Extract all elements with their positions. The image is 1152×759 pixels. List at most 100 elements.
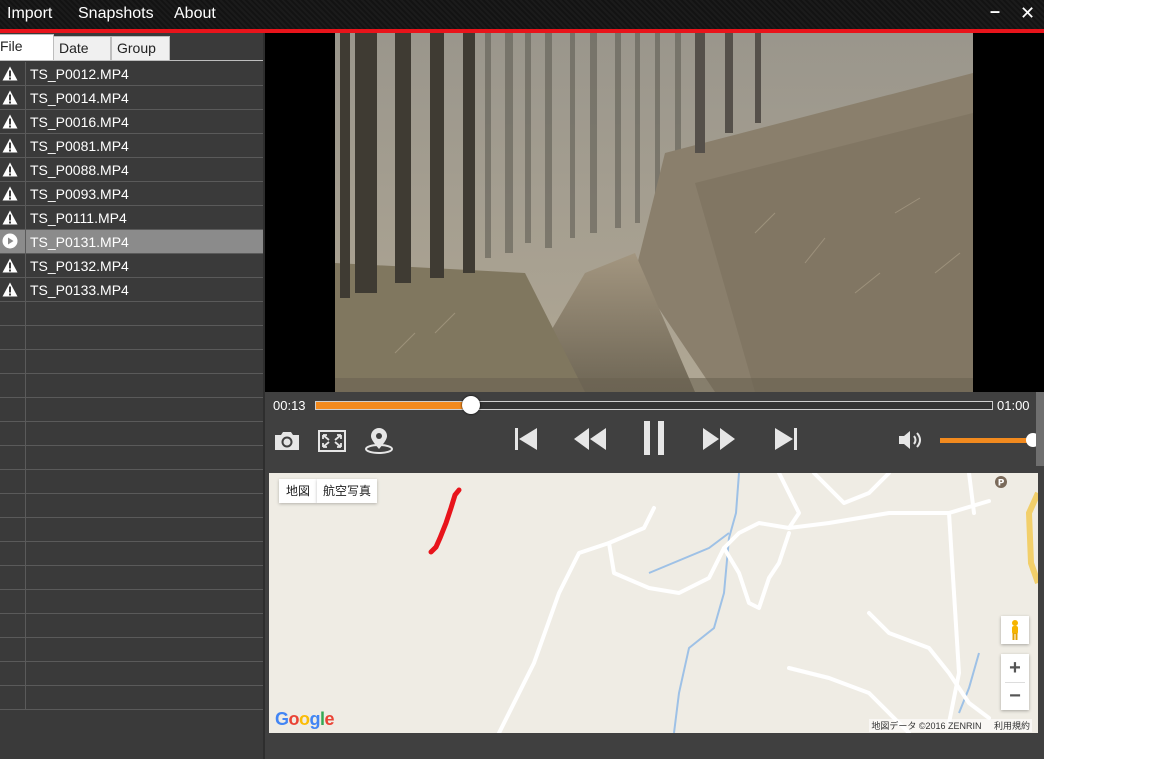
empty-cell — [0, 350, 26, 373]
file-row[interactable]: TS_P0093.MP4 — [0, 182, 263, 206]
map-attribution: 地図データ ©2016 ZENRIN 利用規約 — [869, 719, 1032, 732]
tab-group[interactable]: Group — [111, 36, 170, 61]
file-name: TS_P0081.MP4 — [30, 138, 129, 154]
file-status-cell — [0, 62, 26, 85]
zoom-control: + − — [1001, 654, 1029, 710]
empty-row — [0, 518, 263, 542]
empty-row — [0, 302, 263, 326]
file-name: TS_P0016.MP4 — [30, 114, 129, 130]
empty-cell — [0, 542, 26, 565]
previous-track-icon[interactable] — [514, 427, 538, 451]
app-window: Import Snapshots About – ✕ File Date Gro… — [0, 0, 1044, 759]
file-status-cell — [0, 110, 26, 133]
empty-row — [0, 446, 263, 470]
play-icon — [2, 233, 18, 249]
empty-row — [0, 470, 263, 494]
file-row[interactable]: TS_P0133.MP4 — [0, 278, 263, 302]
fast-forward-icon[interactable] — [702, 427, 736, 451]
street-view-button[interactable] — [1001, 616, 1029, 644]
empty-row — [0, 542, 263, 566]
warning-icon — [2, 186, 18, 201]
file-status-cell — [0, 182, 26, 205]
warning-icon — [2, 114, 18, 129]
file-row[interactable]: TS_P0016.MP4 — [0, 110, 263, 134]
pause-icon[interactable] — [642, 420, 666, 456]
file-row[interactable]: TS_P0081.MP4 — [0, 134, 263, 158]
empty-cell — [0, 590, 26, 613]
close-button[interactable]: ✕ — [1020, 3, 1035, 24]
file-status-cell — [0, 158, 26, 181]
file-row[interactable]: TS_P0111.MP4 — [0, 206, 263, 230]
empty-cell — [0, 302, 26, 325]
google-logo: Google — [275, 709, 335, 729]
rewind-icon[interactable] — [573, 427, 607, 451]
map-data-credit: 地図データ ©2016 ZENRIN — [871, 721, 982, 731]
map-panel: 地図 航空写真 P + − Google 地図データ ©2016 ZENRIN … — [265, 466, 1044, 759]
empty-cell — [0, 374, 26, 397]
file-name: TS_P0133.MP4 — [30, 282, 129, 298]
empty-row — [0, 374, 263, 398]
empty-row — [0, 494, 263, 518]
volume-icon[interactable] — [897, 428, 925, 452]
empty-row — [0, 398, 263, 422]
empty-cell — [0, 494, 26, 517]
file-row[interactable]: TS_P0012.MP4 — [0, 62, 263, 86]
tab-divider — [0, 60, 263, 61]
map-type-satellite-button[interactable]: 航空写真 — [317, 479, 377, 503]
parking-poi-icon: P — [995, 476, 1007, 489]
seek-bar[interactable] — [315, 396, 993, 414]
file-status-cell — [0, 254, 26, 277]
file-row[interactable]: TS_P0131.MP4 — [0, 230, 263, 254]
tab-file[interactable]: File — [0, 34, 54, 61]
video-frame — [335, 33, 973, 392]
file-status-cell — [0, 86, 26, 109]
file-status-cell — [0, 134, 26, 157]
volume-slider[interactable] — [940, 433, 1040, 447]
svg-text:P: P — [998, 479, 1005, 489]
minimize-button[interactable]: – — [990, 1, 1000, 22]
warning-icon — [2, 66, 18, 81]
controls-scrollbar[interactable] — [1036, 392, 1044, 466]
forest-scene — [335, 33, 973, 392]
file-row[interactable]: TS_P0132.MP4 — [0, 254, 263, 278]
next-track-icon[interactable] — [774, 427, 798, 451]
empty-row — [0, 638, 263, 662]
map-pin-icon[interactable] — [364, 427, 394, 454]
menu-bar: Import Snapshots About – ✕ — [0, 0, 1044, 30]
snapshot-camera-icon[interactable] — [273, 428, 301, 452]
tab-date[interactable]: Date — [53, 36, 111, 61]
file-row[interactable]: TS_P0014.MP4 — [0, 86, 263, 110]
map-view[interactable]: 地図 航空写真 P + − Google 地図データ ©2016 ZENRIN … — [269, 473, 1038, 733]
warning-icon — [2, 138, 18, 153]
empty-cell — [0, 518, 26, 541]
warning-icon — [2, 162, 18, 177]
file-status-cell — [0, 278, 26, 301]
file-name: TS_P0111.MP4 — [30, 210, 127, 226]
map-terms-link[interactable]: 利用規約 — [994, 721, 1030, 731]
empty-row — [0, 326, 263, 350]
zoom-in-button[interactable]: + — [1001, 654, 1029, 682]
file-name: TS_P0012.MP4 — [30, 66, 129, 82]
file-row[interactable]: TS_P0088.MP4 — [0, 158, 263, 182]
file-status-cell — [0, 206, 26, 229]
empty-row — [0, 422, 263, 446]
empty-row — [0, 350, 263, 374]
menu-import[interactable]: Import — [7, 5, 52, 23]
warning-icon — [2, 210, 18, 225]
menu-about[interactable]: About — [174, 5, 216, 23]
empty-cell — [0, 686, 26, 709]
file-name: TS_P0131.MP4 — [30, 234, 129, 250]
empty-cell — [0, 326, 26, 349]
map-roads — [428, 473, 1038, 733]
player-controls: 00:13 01:00 — [265, 392, 1040, 466]
zoom-out-button[interactable]: − — [1001, 683, 1029, 710]
seek-handle[interactable] — [462, 396, 481, 414]
menu-snapshots[interactable]: Snapshots — [78, 5, 154, 23]
file-name: TS_P0014.MP4 — [30, 90, 129, 106]
warning-icon — [2, 90, 18, 105]
fullscreen-icon[interactable] — [318, 430, 346, 452]
seek-progress — [316, 402, 472, 409]
video-viewport[interactable] — [265, 33, 1044, 392]
map-type-map-button[interactable]: 地図 — [279, 479, 317, 503]
file-name: TS_P0093.MP4 — [30, 186, 129, 202]
